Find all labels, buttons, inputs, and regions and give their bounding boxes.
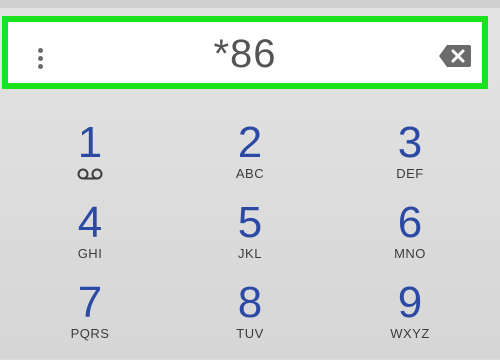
key-6[interactable]: 6 MNO [350, 200, 470, 280]
key-digit: 1 [77, 118, 103, 167]
voicemail-icon [77, 168, 103, 180]
keypad: 1 2 ABC 3 DEF 4 GHI 5 JKL 6 MNO 7 PQRS 8… [0, 100, 500, 359]
key-letters: JKL [238, 246, 262, 261]
dialed-number-bar: *86 [2, 16, 488, 89]
key-letters: WXYZ [390, 326, 430, 341]
key-digit: 6 [397, 198, 423, 247]
key-digit: 5 [237, 198, 263, 247]
phone-dialer: *86 1 2 ABC 3 DEF 4 GHI 5 JKL 6 MNO 7 PQ… [0, 0, 500, 359]
key-7[interactable]: 7 PQRS [30, 280, 150, 360]
key-8[interactable]: 8 TUV [190, 280, 310, 360]
key-9[interactable]: 9 WXYZ [350, 280, 470, 360]
key-digit: 3 [397, 118, 423, 167]
key-digit: 8 [237, 278, 263, 327]
more-vertical-icon[interactable] [34, 48, 46, 72]
key-5[interactable]: 5 JKL [190, 200, 310, 280]
key-letters: ABC [235, 166, 265, 181]
status-strip [0, 0, 500, 8]
key-digit: 4 [77, 198, 103, 247]
key-letters: GHI [77, 246, 103, 261]
key-letters: DEF [396, 166, 424, 181]
key-2[interactable]: 2 ABC [190, 120, 310, 200]
key-4[interactable]: 4 GHI [30, 200, 150, 280]
key-letters: MNO [394, 246, 426, 261]
key-digit: 9 [397, 278, 423, 327]
key-letters: TUV [236, 326, 264, 341]
backspace-icon[interactable] [438, 44, 472, 68]
key-1[interactable]: 1 [30, 120, 150, 200]
dialed-number-display: *86 [213, 32, 277, 76]
key-digit: 7 [77, 278, 103, 327]
key-digit: 2 [237, 118, 263, 167]
key-3[interactable]: 3 DEF [350, 120, 470, 200]
key-letters: PQRS [70, 326, 110, 341]
